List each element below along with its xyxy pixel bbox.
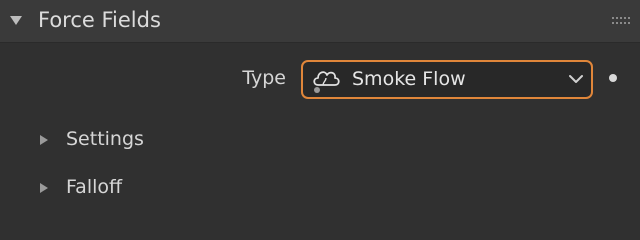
smoke-flow-icon [313, 71, 340, 93]
falloff-subpanel-header[interactable]: Falloff [0, 171, 640, 205]
force-fields-panel-header[interactable]: Force Fields [0, 0, 640, 43]
type-label: Type [242, 67, 286, 89]
falloff-subpanel-label: Falloff [66, 176, 123, 198]
settings-subpanel-header[interactable]: Settings [0, 123, 640, 157]
drag-handle-icon[interactable] [612, 15, 630, 27]
chevron-down-icon [569, 75, 583, 83]
panel-title: Force Fields [38, 8, 161, 32]
type-dropdown[interactable]: Smoke Flow [301, 60, 593, 99]
chevron-down-icon[interactable] [9, 14, 23, 26]
chevron-right-icon[interactable] [39, 182, 49, 194]
chevron-right-icon[interactable] [39, 134, 49, 146]
type-dropdown-value: Smoke Flow [352, 68, 466, 90]
settings-subpanel-label: Settings [66, 128, 144, 150]
animate-property-dot[interactable] [609, 74, 617, 82]
